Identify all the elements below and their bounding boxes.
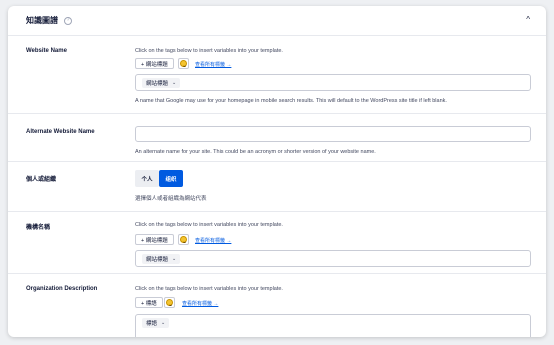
organization-name-editor[interactable]: 網站標題 ⌄ xyxy=(135,250,531,267)
person-or-org-row: 個人或組織 个人 组织 選擇個人或者組織為網站代表 xyxy=(8,162,546,212)
organization-description-instructions: Click on the tags below to insert variab… xyxy=(135,286,283,292)
site-title-tag-chip[interactable]: 網站標題 ⌄ xyxy=(142,78,181,88)
website-name-label: Website Name xyxy=(26,48,67,54)
view-all-tags-link[interactable]: 查看所有標籤 → xyxy=(195,61,231,68)
organization-description-row: Organization Description Click on the ta… xyxy=(8,274,546,337)
person-or-org-help: 選擇個人或者組織為網站代表 xyxy=(135,196,207,202)
emoji-picker-button[interactable] xyxy=(164,297,175,308)
chip-label: 標語 xyxy=(146,321,158,327)
website-name-row: Website Name Click on the tags below to … xyxy=(8,36,546,114)
panel-title: 知識圖譜 xyxy=(26,16,58,25)
emoji-icon xyxy=(180,60,187,67)
panel-header[interactable]: 知識圖譜 ? ^ xyxy=(8,6,546,36)
chevron-down-icon[interactable]: ⌄ xyxy=(172,256,176,262)
view-all-tags-link[interactable]: 查看所有標籤 → xyxy=(182,300,218,307)
add-site-title-tag-button[interactable]: + 網站標題 xyxy=(135,58,174,69)
emoji-icon xyxy=(166,299,173,306)
collapse-icon[interactable]: ^ xyxy=(526,15,530,24)
organization-description-label: Organization Description xyxy=(26,286,98,292)
alternate-name-input[interactable] xyxy=(135,126,531,142)
emoji-icon xyxy=(180,236,187,243)
chip-label: 網站標題 xyxy=(146,81,169,87)
chevron-down-icon[interactable]: ⌄ xyxy=(172,80,176,86)
organization-name-instructions: Click on the tags below to insert variab… xyxy=(135,222,283,228)
emoji-picker-button[interactable] xyxy=(178,58,189,69)
website-name-instructions: Click on the tags below to insert variab… xyxy=(135,48,283,54)
tagline-tag-chip[interactable]: 標語 ⌄ xyxy=(142,318,170,328)
chip-label: 網站標題 xyxy=(146,257,169,263)
help-icon[interactable]: ? xyxy=(64,16,72,25)
view-all-tags-link[interactable]: 查看所有標籤 → xyxy=(195,237,231,244)
add-tagline-tag-button[interactable]: + 標語 xyxy=(135,297,163,308)
organization-description-editor[interactable]: 標語 ⌄ xyxy=(135,314,531,337)
option-person[interactable]: 个人 xyxy=(135,170,159,187)
option-organization[interactable]: 组织 xyxy=(159,170,183,187)
person-or-org-label: 個人或組織 xyxy=(26,177,57,183)
alternate-name-row: Alternate Website Name An alternate name… xyxy=(8,114,546,162)
website-name-help: A name that Google may use for your home… xyxy=(135,98,447,104)
website-name-editor[interactable]: 網站標題 ⌄ xyxy=(135,74,531,91)
alternate-name-label: Alternate Website Name xyxy=(26,129,95,135)
person-or-org-toggle: 个人 组织 xyxy=(135,170,183,187)
add-site-title-tag-button[interactable]: + 網站標題 xyxy=(135,234,174,245)
organization-name-label: 機構名稱 xyxy=(26,225,51,231)
knowledge-graph-panel: 知識圖譜 ? ^ Website Name Click on the tags … xyxy=(8,6,546,337)
chevron-down-icon[interactable]: ⌄ xyxy=(161,320,165,326)
site-title-tag-chip[interactable]: 網站標題 ⌄ xyxy=(142,254,181,264)
organization-name-row: 機構名稱 Click on the tags below to insert v… xyxy=(8,212,546,274)
emoji-picker-button[interactable] xyxy=(178,234,189,245)
alternate-name-help: An alternate name for your site. This co… xyxy=(135,149,376,155)
